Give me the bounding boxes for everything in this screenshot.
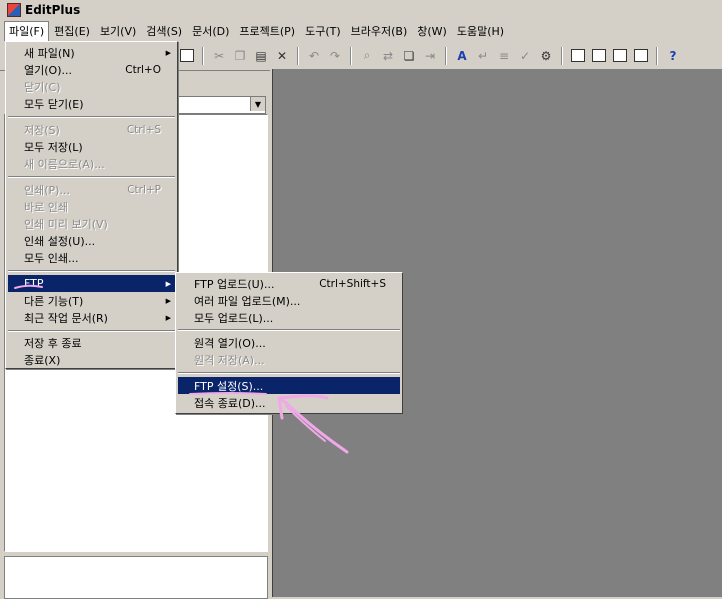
file-menu-save-and-exit[interactable]: 저장 후 종료 [8,334,175,351]
file-menu-save: 저장(S) Ctrl+S [24,123,161,137]
file-menu-open[interactable]: 열기(O)... Ctrl+O [8,61,175,78]
file-menu-ftp[interactable]: FTP ▶ [8,275,175,292]
cut-icon[interactable]: ✂ [210,47,228,65]
file-menu-save-as: 새 이름으로(A)... [24,157,105,171]
goto-line-icon[interactable]: ⇥ [421,47,439,65]
file-menu-close: 닫기(C) [24,80,61,94]
context-help-icon[interactable]: ? [664,47,682,65]
chevron-down-icon[interactable]: ▼ [250,97,265,111]
toolbar-separator [202,46,204,65]
ftp-disconnect[interactable]: 접속 종료(D)... [178,394,400,411]
file-menu-dropdown: 새 파일(N) ▶ 열기(O)... Ctrl+O 닫기(C) 모두 닫기(E)… [5,41,178,369]
ftp-upload[interactable]: FTP 업로드(U)... Ctrl+Shift+S [178,275,400,292]
toolbar-separator [656,46,658,65]
menu-tools[interactable]: 도구(T) [300,21,346,41]
menu-separator [178,372,400,374]
redo-icon[interactable]: ↷ [326,47,344,65]
file-menu-print-setup[interactable]: 인쇄 설정(U)... [8,232,175,249]
file-menu-print-all[interactable]: 모두 인쇄... [8,249,175,266]
submenu-arrow-icon: ▶ [165,313,171,322]
ftp-remote-save: 원격 저장(A)... [194,353,265,367]
toolbar-separator [561,46,563,65]
undo-icon[interactable]: ↶ [305,47,323,65]
menu-separator [8,270,175,272]
spell-check-icon[interactable]: ✓ [516,47,534,65]
menu-separator [8,176,175,178]
output-window-icon[interactable] [611,47,629,65]
copy-icon[interactable]: ❐ [231,47,249,65]
cliptext-window-icon[interactable] [590,47,608,65]
file-menu-print-preview: 인쇄 미리 보기(V) [24,217,108,231]
menu-file[interactable]: 파일(F) [4,20,50,41]
toolbar-separator [445,46,447,65]
replace-icon[interactable]: ⇄ [379,47,397,65]
menu-separator [8,116,175,118]
file-menu-other-functions[interactable]: 다른 기능(T) ▶ [8,292,175,309]
find-in-files-icon[interactable]: ❏ [400,47,418,65]
print-preview-icon[interactable] [178,47,196,65]
title-bar: EditPlus [0,0,722,20]
menu-browser[interactable]: 브라우저(B) [346,21,413,41]
file-menu-save-all[interactable]: 모두 저장(L) [8,138,175,155]
menu-separator [178,329,400,331]
find-icon[interactable]: ⌕ [358,47,376,65]
ftp-settings[interactable]: FTP 설정(S)... [178,377,400,394]
ftp-submenu: FTP 업로드(U)... Ctrl+Shift+S 여러 파일 업로드(M).… [175,272,403,414]
file-menu-recent-files[interactable]: 최근 작업 문서(R) ▶ [8,309,175,326]
menu-document[interactable]: 문서(D) [187,21,234,41]
delete-icon[interactable]: ✕ [273,47,291,65]
submenu-arrow-icon: ▶ [165,48,171,57]
menu-search[interactable]: 검색(S) [141,21,187,41]
file-menu-new[interactable]: 새 파일(N) ▶ [8,44,175,61]
ftp-upload-all[interactable]: 모두 업로드(L)... [178,309,400,326]
indent-icon[interactable]: ≡ [495,47,513,65]
toolbar-separator [350,46,352,65]
full-screen-icon[interactable] [632,47,650,65]
output-pane [4,556,268,599]
toolbar: ✂ ❐ ▤ ✕ ↶ ↷ ⌕ ⇄ ❏ ⇥ A ↵ ≡ ✓ ⚙ ? [178,43,722,68]
ftp-upload-multiple[interactable]: 여러 파일 업로드(M)... [178,292,400,309]
editplus-app-icon [7,3,21,17]
menu-window[interactable]: 창(W) [412,21,452,41]
menu-bar: 파일(F) 편집(E) 보기(V) 검색(S) 문서(D) 프로젝트(P) 도구… [0,20,722,41]
file-menu-exit[interactable]: 종료(X) [8,351,175,368]
paste-icon[interactable]: ▤ [252,47,270,65]
drive-combo[interactable]: ▼ [176,96,266,114]
menu-project[interactable]: 프로젝트(P) [234,21,300,41]
toolbar-separator [297,46,299,65]
ftp-remote-open[interactable]: 원격 열기(O)... [178,334,400,351]
file-menu-direct-print: 바로 인쇄 [24,200,68,214]
menu-separator [8,330,175,332]
word-wrap-icon[interactable]: ↵ [474,47,492,65]
menu-help[interactable]: 도움말(H) [452,21,509,41]
window-title: EditPlus [25,3,81,17]
submenu-arrow-icon: ▶ [165,296,171,305]
menu-view[interactable]: 보기(V) [95,21,141,41]
directory-window-icon[interactable] [569,47,587,65]
preferences-icon[interactable]: ⚙ [537,47,555,65]
submenu-arrow-icon: ▶ [165,279,171,288]
file-menu-print: 인쇄(P)... Ctrl+P [24,183,161,197]
menu-edit[interactable]: 편집(E) [49,21,95,41]
font-icon[interactable]: A [453,47,471,65]
file-menu-close-all[interactable]: 모두 닫기(E) [8,95,175,112]
